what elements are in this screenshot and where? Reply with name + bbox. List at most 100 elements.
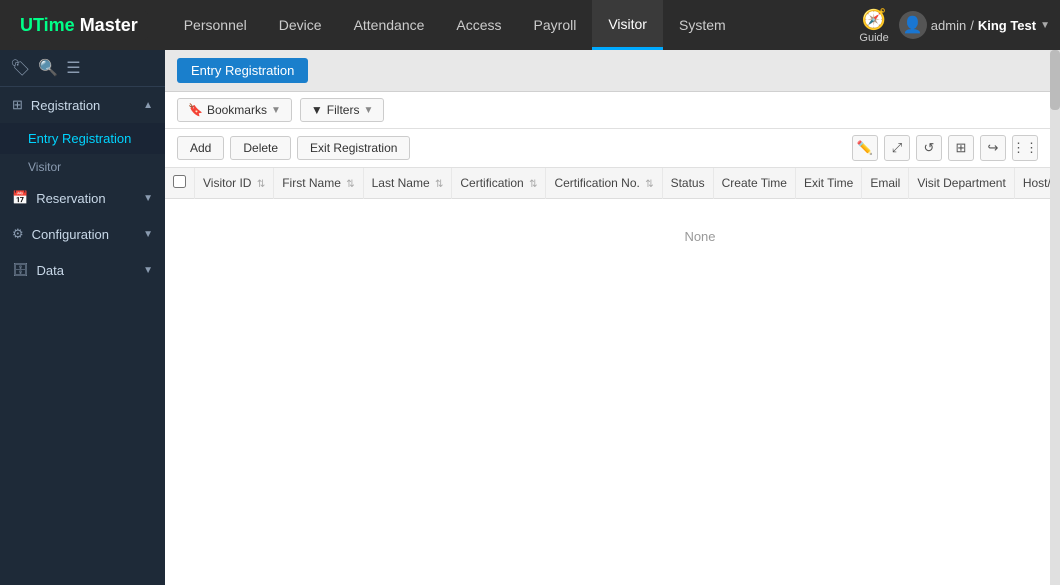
col-certification-label: Certification <box>460 176 523 190</box>
col-visit-department: Visit Department <box>909 168 1014 199</box>
sidebar-data-label: Data <box>37 263 64 278</box>
expand-icon-btn[interactable]: ⤢ <box>884 135 910 161</box>
nav-personnel[interactable]: Personnel <box>168 0 263 50</box>
select-all-checkbox[interactable] <box>173 175 186 188</box>
columns-icon-btn[interactable]: ⊞ <box>948 135 974 161</box>
col-certification[interactable]: Certification ⇅ <box>452 168 546 199</box>
col-exit-time: Exit Time <box>795 168 861 199</box>
sidebar-registration-label: Registration <box>31 98 100 113</box>
reservation-chevron-icon: ▼ <box>143 193 153 204</box>
sidebar-configuration-header[interactable]: ⚙ Configuration ▼ <box>0 216 165 252</box>
logo-suffix: Master <box>75 15 138 35</box>
toolbar: 🔖 Bookmarks ▼ ▼ Filters ▼ <box>165 92 1050 129</box>
table-body: None <box>165 199 1050 275</box>
bookmarks-button[interactable]: 🔖 Bookmarks ▼ <box>177 98 292 122</box>
guide-button[interactable]: 🧭 Guide <box>859 7 888 44</box>
nav-attendance[interactable]: Attendance <box>338 0 441 50</box>
logo-prefix: UTime <box>20 15 75 35</box>
registration-chevron-icon: ▲ <box>143 100 153 111</box>
right-scrollbar[interactable] <box>1050 50 1060 585</box>
col-last-name[interactable]: Last Name ⇅ <box>363 168 452 199</box>
filters-button[interactable]: ▼ Filters ▼ <box>300 98 384 122</box>
table-header-row: Visitor ID ⇅ First Name ⇅ Last Name ⇅ <box>165 168 1050 199</box>
data-chevron-icon: ▼ <box>143 265 153 276</box>
visitor-id-sort-icon: ⇅ <box>257 179 265 190</box>
delete-button[interactable]: Delete <box>230 136 291 160</box>
col-certification-no-label: Certification No. <box>554 176 639 190</box>
col-create-time-label: Create Time <box>722 176 787 190</box>
col-email-label: Email <box>870 176 900 190</box>
filters-label: Filters <box>327 103 360 117</box>
checkbox-header[interactable] <box>165 168 195 199</box>
entry-registration-tab-button[interactable]: Entry Registration <box>177 58 308 83</box>
sub-header: Entry Registration <box>165 50 1050 92</box>
sidebar-configuration-label: Configuration <box>32 227 109 242</box>
table-empty-row: None <box>165 199 1050 275</box>
col-first-name[interactable]: First Name ⇅ <box>274 168 363 199</box>
sidebar-reservation-header[interactable]: 📅 Reservation ▼ <box>0 180 165 216</box>
table-empty-label: None <box>165 199 1050 275</box>
filters-icon: ▼ <box>311 103 323 117</box>
app-logo[interactable]: UTime Master <box>10 11 148 40</box>
tag-icon[interactable]: 🏷 <box>10 58 30 78</box>
filters-chevron-icon: ▼ <box>363 105 373 116</box>
visitor-table: Visitor ID ⇅ First Name ⇅ Last Name ⇅ <box>165 168 1050 274</box>
search-icon[interactable]: 🔍 <box>38 58 58 78</box>
sidebar-section-data: 🗄 Data ▼ <box>0 252 165 288</box>
col-visitor-id-label: Visitor ID <box>203 176 251 190</box>
sidebar-section-configuration: ⚙ Configuration ▼ <box>0 216 165 252</box>
bookmarks-chevron-icon: ▼ <box>271 105 281 116</box>
certification-no-sort-icon: ⇅ <box>645 179 653 190</box>
first-name-sort-icon: ⇅ <box>346 179 354 190</box>
sidebar-item-entry-registration[interactable]: Entry Registration <box>0 123 165 154</box>
username: King Test <box>978 18 1036 33</box>
settings-icon: ⚙ <box>12 226 24 242</box>
top-nav: UTime Master Personnel Device Attendance… <box>0 0 1060 50</box>
sidebar-data-header[interactable]: 🗄 Data ▼ <box>0 252 165 288</box>
sidebar-registration-header[interactable]: ⊞ Registration ▲ <box>0 87 165 123</box>
user-admin: admin <box>931 18 966 33</box>
user-separator: / <box>970 18 974 33</box>
nav-visitor[interactable]: Visitor <box>592 0 663 50</box>
list-icon[interactable]: ☰ <box>66 58 80 78</box>
sidebar-section-reservation: 📅 Reservation ▼ <box>0 180 165 216</box>
col-certification-no[interactable]: Certification No. ⇅ <box>546 168 662 199</box>
sidebar-reservation-label: Reservation <box>36 191 105 206</box>
col-email: Email <box>862 168 909 199</box>
sidebar-section-registration: ⊞ Registration ▲ Entry Registration Visi… <box>0 87 165 180</box>
bookmarks-label: Bookmarks <box>207 103 267 117</box>
add-button[interactable]: Add <box>177 136 224 160</box>
nav-payroll[interactable]: Payroll <box>518 0 593 50</box>
user-chevron-icon: ▼ <box>1040 20 1050 31</box>
avatar: 👤 <box>899 11 927 39</box>
settings-icon-btn[interactable]: ⋮⋮ <box>1012 135 1038 161</box>
action-bar-left: Add Delete Exit Registration <box>177 136 410 160</box>
edit-icon-btn[interactable]: ✏️ <box>852 135 878 161</box>
action-bar-right: ✏️ ⤢ ↺ ⊞ ↪ ⋮⋮ <box>852 135 1038 161</box>
col-visitor-id[interactable]: Visitor ID ⇅ <box>195 168 274 199</box>
col-status-label: Status <box>671 176 705 190</box>
nav-access[interactable]: Access <box>440 0 517 50</box>
calendar-icon: 📅 <box>12 190 28 206</box>
refresh-icon-btn[interactable]: ↺ <box>916 135 942 161</box>
grid-icon: ⊞ <box>12 97 23 113</box>
col-host-visited: Host/Visited <box>1014 168 1050 199</box>
col-host-visited-label: Host/Visited <box>1023 176 1050 190</box>
sidebar: 🏷 🔍 ☰ ⊞ Registration ▲ Entry Registratio… <box>0 50 165 585</box>
export-icon-btn[interactable]: ↪ <box>980 135 1006 161</box>
nav-system[interactable]: System <box>663 0 742 50</box>
exit-registration-button[interactable]: Exit Registration <box>297 136 410 160</box>
nav-device[interactable]: Device <box>263 0 338 50</box>
col-visit-department-label: Visit Department <box>917 176 1005 190</box>
guide-icon: 🧭 <box>862 7 887 32</box>
col-first-name-label: First Name <box>282 176 341 190</box>
user-info[interactable]: 👤 admin / King Test ▼ <box>899 11 1050 39</box>
content-area: Entry Registration 🔖 Bookmarks ▼ ▼ Filte… <box>165 50 1050 585</box>
guide-label: Guide <box>859 32 888 44</box>
scrollbar-thumb[interactable] <box>1050 50 1060 110</box>
database-icon: 🗄 <box>12 262 29 278</box>
bookmarks-icon: 🔖 <box>188 103 203 117</box>
main-layout: 🏷 🔍 ☰ ⊞ Registration ▲ Entry Registratio… <box>0 50 1060 585</box>
sidebar-toolbar: 🏷 🔍 ☰ <box>0 50 165 87</box>
sidebar-item-visitor[interactable]: Visitor <box>0 154 165 180</box>
